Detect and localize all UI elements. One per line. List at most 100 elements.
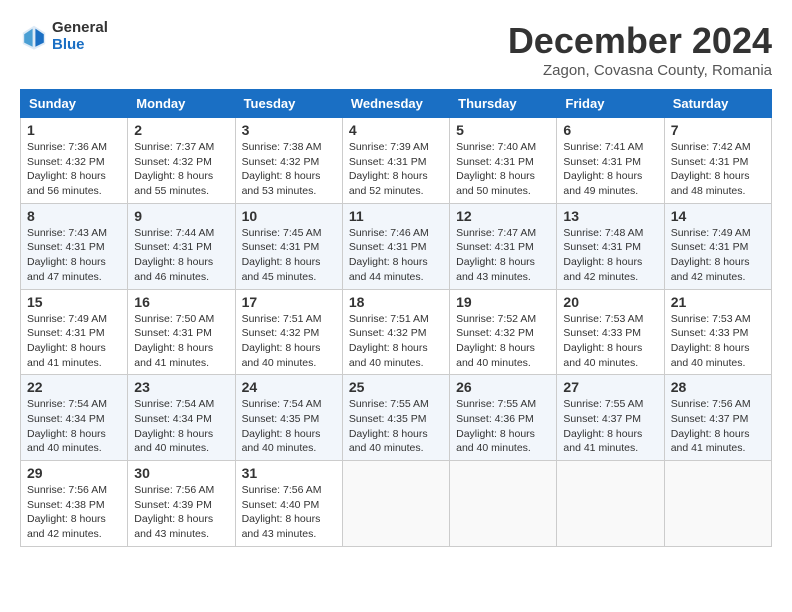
- day-number: 23: [134, 379, 228, 395]
- logo-general: General: [52, 20, 108, 37]
- calendar-day-cell: 18 Sunrise: 7:51 AM Sunset: 4:32 PM Dayl…: [342, 289, 449, 375]
- day-info: Sunrise: 7:54 AM Sunset: 4:34 PM Dayligh…: [134, 397, 228, 456]
- month-title: December 2024: [508, 20, 772, 62]
- calendar-day-cell: 30 Sunrise: 7:56 AM Sunset: 4:39 PM Dayl…: [128, 461, 235, 547]
- column-header-thursday: Thursday: [450, 90, 557, 118]
- calendar-day-cell: 21 Sunrise: 7:53 AM Sunset: 4:33 PM Dayl…: [664, 289, 771, 375]
- day-number: 29: [27, 465, 121, 481]
- day-number: 1: [27, 122, 121, 138]
- day-number: 13: [563, 208, 657, 224]
- calendar-week-row: 22 Sunrise: 7:54 AM Sunset: 4:34 PM Dayl…: [21, 375, 772, 461]
- calendar-day-cell: 19 Sunrise: 7:52 AM Sunset: 4:32 PM Dayl…: [450, 289, 557, 375]
- day-info: Sunrise: 7:55 AM Sunset: 4:36 PM Dayligh…: [456, 397, 550, 456]
- day-number: 4: [349, 122, 443, 138]
- calendar-week-row: 29 Sunrise: 7:56 AM Sunset: 4:38 PM Dayl…: [21, 461, 772, 547]
- day-number: 26: [456, 379, 550, 395]
- calendar-day-cell: 7 Sunrise: 7:42 AM Sunset: 4:31 PM Dayli…: [664, 118, 771, 204]
- calendar-day-cell: 23 Sunrise: 7:54 AM Sunset: 4:34 PM Dayl…: [128, 375, 235, 461]
- logo: General Blue: [20, 20, 108, 53]
- day-number: 18: [349, 294, 443, 310]
- calendar-day-cell: 22 Sunrise: 7:54 AM Sunset: 4:34 PM Dayl…: [21, 375, 128, 461]
- calendar-day-cell: [557, 461, 664, 547]
- day-info: Sunrise: 7:51 AM Sunset: 4:32 PM Dayligh…: [349, 312, 443, 371]
- day-info: Sunrise: 7:48 AM Sunset: 4:31 PM Dayligh…: [563, 226, 657, 285]
- calendar-day-cell: 24 Sunrise: 7:54 AM Sunset: 4:35 PM Dayl…: [235, 375, 342, 461]
- day-info: Sunrise: 7:44 AM Sunset: 4:31 PM Dayligh…: [134, 226, 228, 285]
- page-header: General Blue December 2024 Zagon, Covasn…: [20, 20, 772, 79]
- column-header-wednesday: Wednesday: [342, 90, 449, 118]
- day-info: Sunrise: 7:50 AM Sunset: 4:31 PM Dayligh…: [134, 312, 228, 371]
- day-info: Sunrise: 7:47 AM Sunset: 4:31 PM Dayligh…: [456, 226, 550, 285]
- calendar-day-cell: 29 Sunrise: 7:56 AM Sunset: 4:38 PM Dayl…: [21, 461, 128, 547]
- day-info: Sunrise: 7:46 AM Sunset: 4:31 PM Dayligh…: [349, 226, 443, 285]
- day-info: Sunrise: 7:40 AM Sunset: 4:31 PM Dayligh…: [456, 140, 550, 199]
- day-info: Sunrise: 7:39 AM Sunset: 4:31 PM Dayligh…: [349, 140, 443, 199]
- day-number: 28: [671, 379, 765, 395]
- day-number: 16: [134, 294, 228, 310]
- calendar-day-cell: 17 Sunrise: 7:51 AM Sunset: 4:32 PM Dayl…: [235, 289, 342, 375]
- column-header-sunday: Sunday: [21, 90, 128, 118]
- day-number: 11: [349, 208, 443, 224]
- calendar-day-cell: 8 Sunrise: 7:43 AM Sunset: 4:31 PM Dayli…: [21, 203, 128, 289]
- calendar-day-cell: [664, 461, 771, 547]
- day-number: 22: [27, 379, 121, 395]
- logo-blue: Blue: [52, 37, 108, 54]
- calendar-day-cell: 2 Sunrise: 7:37 AM Sunset: 4:32 PM Dayli…: [128, 118, 235, 204]
- calendar-day-cell: 4 Sunrise: 7:39 AM Sunset: 4:31 PM Dayli…: [342, 118, 449, 204]
- day-info: Sunrise: 7:38 AM Sunset: 4:32 PM Dayligh…: [242, 140, 336, 199]
- day-info: Sunrise: 7:55 AM Sunset: 4:35 PM Dayligh…: [349, 397, 443, 456]
- day-number: 17: [242, 294, 336, 310]
- day-info: Sunrise: 7:45 AM Sunset: 4:31 PM Dayligh…: [242, 226, 336, 285]
- day-info: Sunrise: 7:52 AM Sunset: 4:32 PM Dayligh…: [456, 312, 550, 371]
- logo-icon: [20, 23, 48, 51]
- day-info: Sunrise: 7:54 AM Sunset: 4:35 PM Dayligh…: [242, 397, 336, 456]
- calendar-day-cell: [342, 461, 449, 547]
- calendar-day-cell: 5 Sunrise: 7:40 AM Sunset: 4:31 PM Dayli…: [450, 118, 557, 204]
- calendar-day-cell: 20 Sunrise: 7:53 AM Sunset: 4:33 PM Dayl…: [557, 289, 664, 375]
- day-info: Sunrise: 7:53 AM Sunset: 4:33 PM Dayligh…: [671, 312, 765, 371]
- calendar-day-cell: 6 Sunrise: 7:41 AM Sunset: 4:31 PM Dayli…: [557, 118, 664, 204]
- calendar-week-row: 15 Sunrise: 7:49 AM Sunset: 4:31 PM Dayl…: [21, 289, 772, 375]
- calendar-header-row: SundayMondayTuesdayWednesdayThursdayFrid…: [21, 90, 772, 118]
- day-info: Sunrise: 7:55 AM Sunset: 4:37 PM Dayligh…: [563, 397, 657, 456]
- day-info: Sunrise: 7:36 AM Sunset: 4:32 PM Dayligh…: [27, 140, 121, 199]
- day-number: 7: [671, 122, 765, 138]
- calendar-day-cell: 16 Sunrise: 7:50 AM Sunset: 4:31 PM Dayl…: [128, 289, 235, 375]
- day-number: 10: [242, 208, 336, 224]
- calendar-day-cell: 26 Sunrise: 7:55 AM Sunset: 4:36 PM Dayl…: [450, 375, 557, 461]
- day-info: Sunrise: 7:56 AM Sunset: 4:38 PM Dayligh…: [27, 483, 121, 542]
- calendar-week-row: 1 Sunrise: 7:36 AM Sunset: 4:32 PM Dayli…: [21, 118, 772, 204]
- calendar-day-cell: 28 Sunrise: 7:56 AM Sunset: 4:37 PM Dayl…: [664, 375, 771, 461]
- calendar-day-cell: 1 Sunrise: 7:36 AM Sunset: 4:32 PM Dayli…: [21, 118, 128, 204]
- day-info: Sunrise: 7:54 AM Sunset: 4:34 PM Dayligh…: [27, 397, 121, 456]
- day-number: 12: [456, 208, 550, 224]
- day-number: 8: [27, 208, 121, 224]
- day-info: Sunrise: 7:56 AM Sunset: 4:40 PM Dayligh…: [242, 483, 336, 542]
- calendar-day-cell: 27 Sunrise: 7:55 AM Sunset: 4:37 PM Dayl…: [557, 375, 664, 461]
- calendar-table: SundayMondayTuesdayWednesdayThursdayFrid…: [20, 89, 772, 547]
- day-number: 27: [563, 379, 657, 395]
- calendar-day-cell: 3 Sunrise: 7:38 AM Sunset: 4:32 PM Dayli…: [235, 118, 342, 204]
- day-info: Sunrise: 7:49 AM Sunset: 4:31 PM Dayligh…: [27, 312, 121, 371]
- day-number: 9: [134, 208, 228, 224]
- day-number: 14: [671, 208, 765, 224]
- calendar-day-cell: [450, 461, 557, 547]
- day-number: 30: [134, 465, 228, 481]
- column-header-tuesday: Tuesday: [235, 90, 342, 118]
- title-block: December 2024 Zagon, Covasna County, Rom…: [508, 20, 772, 79]
- calendar-day-cell: 12 Sunrise: 7:47 AM Sunset: 4:31 PM Dayl…: [450, 203, 557, 289]
- calendar-day-cell: 25 Sunrise: 7:55 AM Sunset: 4:35 PM Dayl…: [342, 375, 449, 461]
- day-number: 15: [27, 294, 121, 310]
- calendar-day-cell: 15 Sunrise: 7:49 AM Sunset: 4:31 PM Dayl…: [21, 289, 128, 375]
- day-info: Sunrise: 7:51 AM Sunset: 4:32 PM Dayligh…: [242, 312, 336, 371]
- day-number: 19: [456, 294, 550, 310]
- location-subtitle: Zagon, Covasna County, Romania: [508, 62, 772, 79]
- calendar-day-cell: 10 Sunrise: 7:45 AM Sunset: 4:31 PM Dayl…: [235, 203, 342, 289]
- column-header-friday: Friday: [557, 90, 664, 118]
- day-info: Sunrise: 7:42 AM Sunset: 4:31 PM Dayligh…: [671, 140, 765, 199]
- day-info: Sunrise: 7:53 AM Sunset: 4:33 PM Dayligh…: [563, 312, 657, 371]
- day-info: Sunrise: 7:37 AM Sunset: 4:32 PM Dayligh…: [134, 140, 228, 199]
- day-number: 3: [242, 122, 336, 138]
- day-number: 24: [242, 379, 336, 395]
- calendar-day-cell: 14 Sunrise: 7:49 AM Sunset: 4:31 PM Dayl…: [664, 203, 771, 289]
